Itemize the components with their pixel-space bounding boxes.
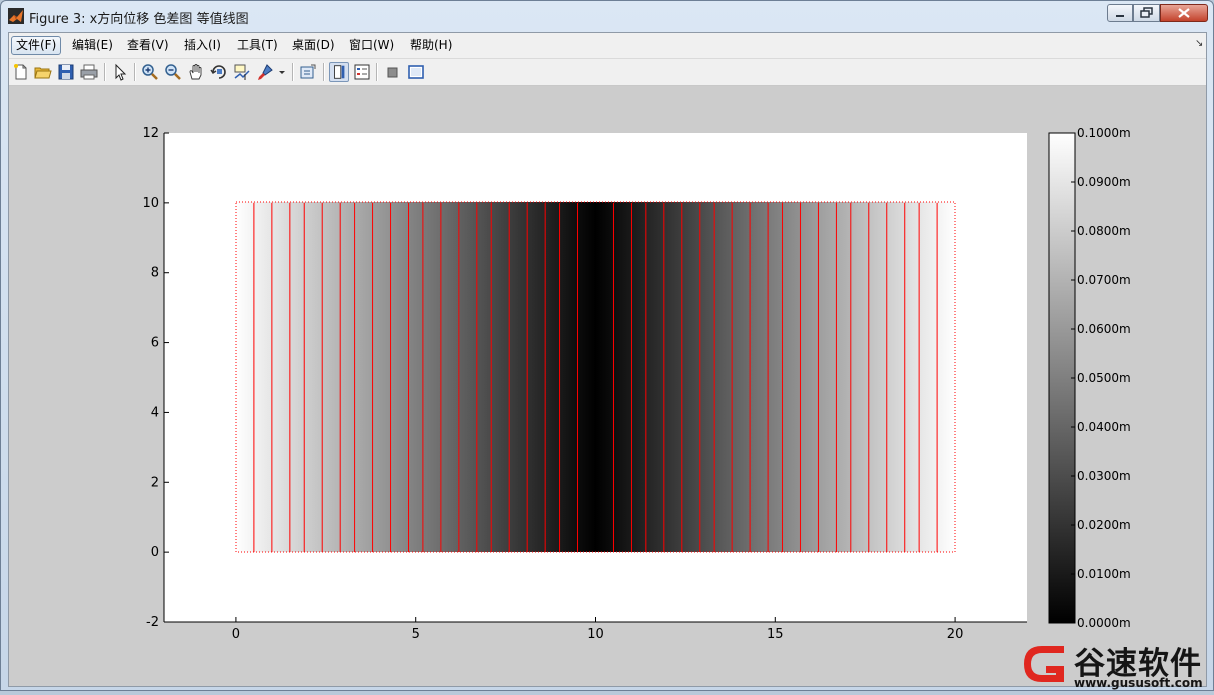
insert-colorbar-icon[interactable] bbox=[329, 62, 349, 82]
watermark-url: www.gususoft.com bbox=[1074, 676, 1203, 690]
y-tick-label: 8 bbox=[151, 266, 159, 281]
edit-plot-arrow-icon[interactable] bbox=[110, 62, 130, 82]
insert-legend-icon[interactable] bbox=[352, 62, 372, 82]
menu-insert[interactable]: 插入(I) bbox=[180, 36, 225, 55]
menu-file[interactable]: 文件(F) bbox=[11, 36, 62, 55]
x-tick-label: 15 bbox=[767, 627, 784, 642]
toolbar-separator bbox=[134, 63, 136, 81]
rotate-3d-icon[interactable] bbox=[209, 62, 229, 82]
colorbar-tick-label: 0.0600m bbox=[1077, 322, 1131, 336]
colorbar-tick-label: 0.0100m bbox=[1077, 567, 1131, 581]
x-tick-label: 20 bbox=[947, 627, 964, 642]
figure-client-area: 文件(F) 编辑(E) 查看(V) 插入(I) 工具(T) 桌面(D) 窗口(W… bbox=[8, 32, 1207, 687]
colorbar-tick-label: 0.0400m bbox=[1077, 420, 1131, 434]
colorbar-tick-label: 0.1000m bbox=[1077, 126, 1131, 140]
y-tick-label: -2 bbox=[146, 615, 159, 630]
gususoft-logo-icon bbox=[1024, 646, 1064, 682]
figure-canvas[interactable]: 0 5 10 15 20 -2 0 2 4 6 8 10 12 0.0000m 0.0100m 0.020… bbox=[9, 86, 1206, 686]
toolbar-separator bbox=[323, 63, 325, 81]
menu-desktop[interactable]: 桌面(D) bbox=[288, 36, 339, 55]
colorbar-tick-label: 0.0800m bbox=[1077, 224, 1131, 238]
zoom-out-icon[interactable] bbox=[163, 62, 183, 82]
figure-window: Figure 3: x方向位移 色差图 等值线图 文件(F) 编辑(E) 查看(… bbox=[0, 0, 1214, 691]
menu-overflow-icon[interactable]: ↘ bbox=[1195, 38, 1203, 49]
print-icon[interactable] bbox=[79, 62, 99, 82]
data-cursor-icon[interactable] bbox=[232, 62, 252, 82]
toolbar-separator bbox=[376, 63, 378, 81]
minimize-button[interactable] bbox=[1107, 4, 1133, 22]
figure-toolbar bbox=[9, 59, 1206, 86]
maximize-button[interactable] bbox=[1133, 4, 1160, 22]
open-file-icon[interactable] bbox=[33, 62, 53, 82]
colorbar-tick-label: 0.0700m bbox=[1077, 273, 1131, 287]
close-button[interactable] bbox=[1160, 4, 1208, 22]
y-tick-label: 0 bbox=[151, 545, 159, 560]
brush-icon[interactable] bbox=[255, 62, 275, 82]
link-plot-icon[interactable] bbox=[298, 62, 318, 82]
hide-plot-tools-icon[interactable] bbox=[383, 62, 403, 82]
menu-bar: 文件(F) 编辑(E) 查看(V) 插入(I) 工具(T) 桌面(D) 窗口(W… bbox=[9, 33, 1206, 59]
x-tick-label: 10 bbox=[587, 627, 604, 642]
displacement-field bbox=[236, 202, 955, 552]
title-bar[interactable]: Figure 3: x方向位移 色差图 等值线图 bbox=[1, 1, 1213, 31]
colorbar-tick-label: 0.0900m bbox=[1077, 175, 1131, 189]
menu-edit[interactable]: 编辑(E) bbox=[68, 36, 117, 55]
show-plot-tools-icon[interactable] bbox=[406, 62, 426, 82]
toolbar-separator bbox=[104, 63, 106, 81]
colorbar-tick-label: 0.0500m bbox=[1077, 371, 1131, 385]
x-tick-label: 0 bbox=[232, 627, 240, 642]
colorbar-ticks: 0.0000m 0.0100m 0.0200m 0.0300m 0.0400m 0.050… bbox=[1071, 126, 1131, 630]
menu-window[interactable]: 窗口(W) bbox=[345, 36, 398, 55]
y-tick-label: 6 bbox=[151, 336, 159, 351]
watermark-logo: 谷速软件 www.gususoft.com bbox=[1016, 638, 1214, 691]
y-tick-label: 10 bbox=[142, 196, 159, 211]
figure-plot: 0 5 10 15 20 -2 0 2 4 6 8 10 12 0.0000m 0.0100m 0.020… bbox=[142, 126, 1131, 642]
colorbar-tick-label: 0.0300m bbox=[1077, 469, 1131, 483]
colorbar-tick-label: 0.0000m bbox=[1077, 616, 1131, 630]
minimize-icon bbox=[1116, 15, 1124, 17]
y-tick-label: 12 bbox=[142, 126, 159, 141]
menu-tools[interactable]: 工具(T) bbox=[233, 36, 282, 55]
close-icon bbox=[1178, 8, 1190, 18]
toolbar-separator bbox=[292, 63, 294, 81]
restore-icon bbox=[1140, 7, 1153, 18]
y-tick-label: 4 bbox=[151, 405, 159, 420]
menu-view[interactable]: 查看(V) bbox=[123, 36, 173, 55]
colorbar-tick-label: 0.0200m bbox=[1077, 518, 1131, 532]
brush-dropdown-icon[interactable] bbox=[277, 62, 287, 82]
matlab-logo-icon bbox=[8, 8, 24, 24]
new-figure-icon[interactable] bbox=[11, 62, 31, 82]
x-tick-label: 5 bbox=[412, 627, 420, 642]
pan-hand-icon[interactable] bbox=[186, 62, 206, 82]
save-icon[interactable] bbox=[56, 62, 76, 82]
y-tick-label: 2 bbox=[151, 475, 159, 490]
zoom-in-icon[interactable] bbox=[140, 62, 160, 82]
window-title: Figure 3: x方向位移 色差图 等值线图 bbox=[29, 12, 249, 27]
menu-help[interactable]: 帮助(H) bbox=[406, 36, 456, 55]
